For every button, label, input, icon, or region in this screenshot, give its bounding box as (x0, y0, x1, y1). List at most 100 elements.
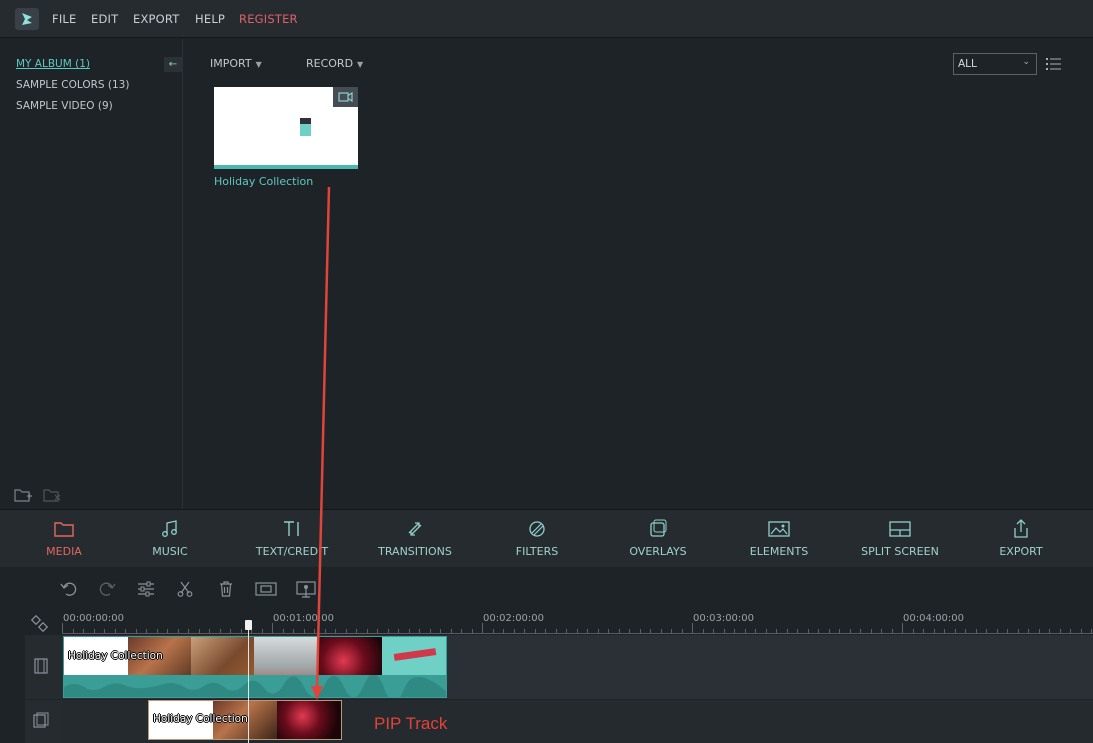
image-icon (768, 521, 790, 537)
menu-export[interactable]: EXPORT (133, 12, 180, 26)
ruler-tick (188, 629, 189, 633)
snapshot-icon[interactable] (296, 581, 316, 602)
ruler-tick (377, 629, 378, 633)
film-strip-icon (34, 658, 48, 674)
ruler-tick (429, 629, 431, 633)
thumbnail-preview (300, 118, 311, 136)
album-sample-video[interactable]: SAMPLE VIDEO (9) (16, 100, 113, 112)
album-sidebar: MY ALBUM (1) SAMPLE COLORS (13) SAMPLE V… (0, 39, 183, 509)
pip-clip-holiday-collection[interactable]: Holiday Collection (148, 700, 342, 740)
tab-music-label: MUSIC (152, 545, 188, 558)
ruler-tick (555, 629, 557, 633)
ruler-tick (1017, 629, 1019, 633)
chevron-down-icon: ⌄ (1022, 57, 1030, 67)
ruler-tick (786, 629, 788, 633)
tab-export-label: EXPORT (999, 545, 1043, 558)
delete-folder-icon[interactable] (43, 487, 61, 506)
collapse-sidebar-button[interactable]: ← (164, 57, 182, 72)
media-filter-select[interactable]: ALL ⌄ (953, 53, 1037, 75)
new-folder-icon[interactable] (14, 487, 32, 506)
video-camera-icon (333, 87, 358, 107)
chevron-down-icon: ▼ (357, 60, 364, 69)
ruler-tick (671, 629, 672, 633)
overlays-icon (650, 519, 667, 537)
ruler-tick (933, 629, 935, 633)
undo-icon[interactable] (60, 581, 78, 600)
ruler-tick (366, 629, 368, 633)
video-clip-title: Holiday Collection (68, 650, 163, 662)
album-sample-colors[interactable]: SAMPLE COLORS (13) (16, 79, 129, 91)
ruler-tick (902, 623, 903, 633)
ruler-tick (272, 623, 273, 633)
ruler-tick (534, 629, 536, 633)
timeline-ruler[interactable]: 00:00:00:00 00:01:00:00 00:02:00:00 00:0… (0, 609, 1093, 634)
ruler-tick (807, 629, 809, 633)
ruler-tick (597, 629, 599, 633)
ruler-tick (135, 629, 137, 633)
ruler-tick (492, 629, 494, 633)
tab-elements[interactable]: ELEMENTS (724, 510, 834, 568)
ruler-tick (660, 629, 662, 633)
ruler-tick (450, 629, 452, 633)
playhead-handle[interactable] (245, 620, 252, 630)
menu-edit[interactable]: EDIT (91, 12, 118, 26)
menu-help[interactable]: HELP (195, 12, 225, 26)
ruler-tick (1007, 629, 1008, 633)
tab-music[interactable]: MUSIC (115, 510, 225, 568)
video-clip-holiday-collection[interactable]: Holiday Collection (63, 636, 447, 698)
pip-track-header (25, 700, 62, 743)
clip-frame (277, 701, 341, 739)
cut-scissors-icon[interactable] (177, 581, 193, 600)
ruler-tick (62, 623, 63, 633)
pip-track[interactable]: Holiday Collection (62, 700, 1093, 743)
ruler-tick (723, 629, 725, 633)
crop-icon[interactable] (255, 581, 277, 600)
ruler-tick (618, 629, 620, 633)
ruler-tick (83, 629, 84, 633)
ruler-tick (545, 629, 546, 633)
menu-file[interactable]: FILE (52, 12, 76, 26)
album-my-album[interactable]: MY ALBUM (1) (16, 58, 90, 70)
adjust-settings-icon[interactable] (137, 581, 155, 600)
list-view-icon[interactable] (1046, 58, 1061, 73)
ruler-tick (72, 629, 74, 633)
tab-split-screen[interactable]: SPLIT SCREEN (845, 510, 955, 568)
playhead-line (248, 622, 249, 743)
redo-icon[interactable] (98, 581, 116, 600)
tab-text-credit[interactable]: TEXT/CREDIT (237, 510, 347, 568)
ruler-tick (870, 629, 872, 633)
ruler-tick (471, 629, 473, 633)
folder-icon (54, 522, 74, 537)
timecode-3: 00:03:00:00 (693, 613, 755, 624)
ruler-tick (156, 629, 158, 633)
tab-filters[interactable]: FILTERS (482, 510, 592, 568)
record-button[interactable]: RECORD ▼ (306, 57, 363, 70)
ruler-tick (587, 629, 588, 633)
media-thumbnail-holiday-collection[interactable] (214, 87, 358, 169)
import-button[interactable]: IMPORT ▼ (210, 57, 262, 70)
thumbnail-progress-bar (214, 165, 358, 169)
tab-transitions[interactable]: TRANSITIONS (360, 510, 470, 568)
ruler-tick (513, 629, 515, 633)
ruler-tick (975, 629, 977, 633)
ruler-tick (482, 623, 483, 633)
ruler-tick (177, 629, 179, 633)
ruler-tick (954, 629, 956, 633)
tab-export[interactable]: EXPORT (966, 510, 1076, 568)
tab-media[interactable]: MEDIA (9, 510, 119, 568)
ruler-tick (744, 629, 746, 633)
ruler-tick (797, 629, 798, 633)
tab-media-label: MEDIA (46, 545, 82, 558)
ruler-tick (965, 629, 966, 633)
delete-trash-icon[interactable] (218, 581, 234, 600)
import-label: IMPORT (210, 57, 252, 70)
snap-magnet-icon[interactable] (30, 614, 49, 636)
app-logo-icon (15, 8, 39, 30)
ruler-tick (681, 629, 683, 633)
ruler-tick (639, 629, 641, 633)
ruler-tick (891, 629, 893, 633)
record-label: RECORD (306, 57, 354, 70)
video-track[interactable]: Holiday Collection (62, 635, 1093, 699)
tab-overlays[interactable]: OVERLAYS (603, 510, 713, 568)
menu-register[interactable]: REGISTER (239, 12, 298, 26)
